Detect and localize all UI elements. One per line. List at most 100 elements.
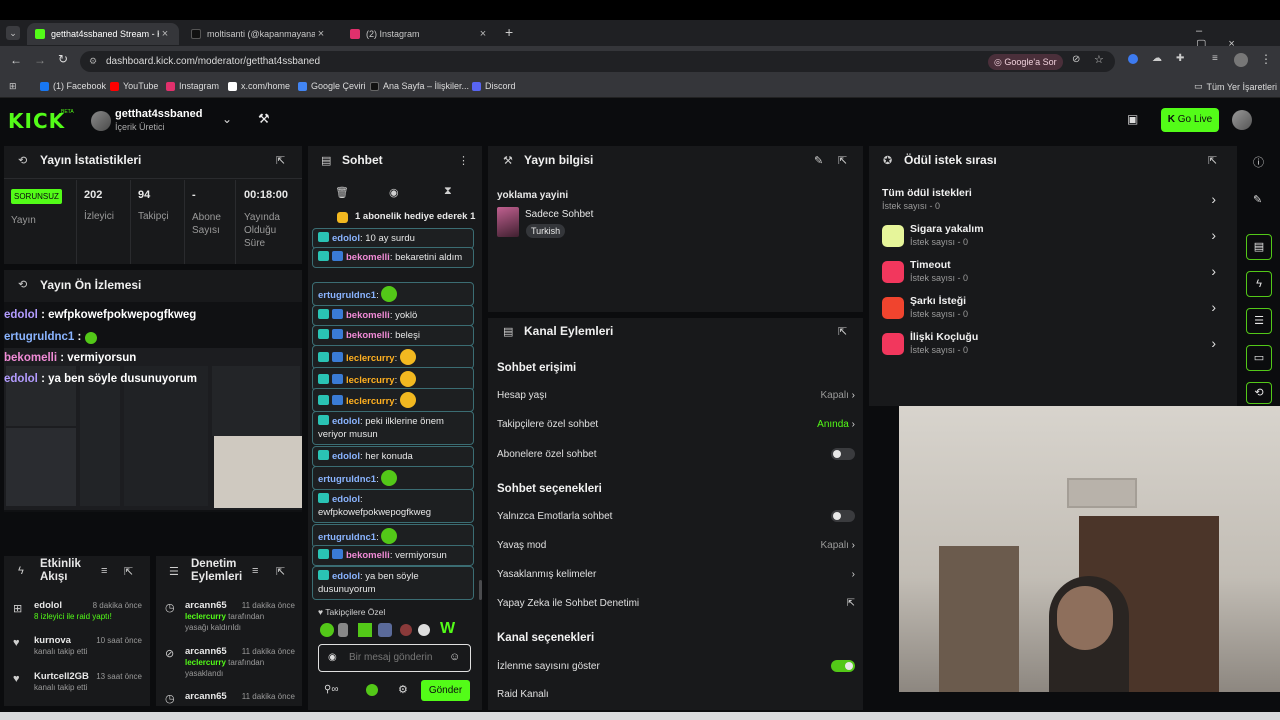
stream-info-widget-button[interactable]: ▤ xyxy=(1246,234,1272,260)
popout-icon[interactable]: ⇱ xyxy=(838,325,847,338)
setting-subs-chat[interactable]: Abonelere özel sohbet xyxy=(497,448,855,460)
setting-ai-moderation[interactable]: Yapay Zeka ile Sohbet Denetimi ⇱ xyxy=(497,598,855,609)
w-emote-icon[interactable]: W xyxy=(440,620,455,638)
menu-icon[interactable]: ⋮ xyxy=(1260,52,1272,66)
reward-item[interactable]: Sigara yakalım İstek sayısı - 0 › xyxy=(882,223,1222,253)
close-icon[interactable]: × xyxy=(315,28,327,40)
reading-list-icon[interactable]: ≡ xyxy=(1212,53,1218,64)
edit-icon[interactable]: ✎ xyxy=(1253,193,1262,206)
chat-message[interactable]: edolol: peki ilklerine önem veriyor musu… xyxy=(312,411,474,445)
emote-icon[interactable] xyxy=(358,623,372,637)
more-options-icon[interactable]: ⋮ xyxy=(458,154,469,167)
chat-message[interactable]: edolol: ewfpkowefpokwepogfkweg xyxy=(312,489,474,523)
send-button[interactable]: Gönder xyxy=(421,680,470,701)
chat-user[interactable]: edolol xyxy=(332,233,360,244)
apps-grid-icon[interactable]: ⊞ xyxy=(9,81,17,92)
reward-item[interactable]: Şarkı İsteği İstek sayısı - 0 › xyxy=(882,295,1222,325)
subs-chat-toggle[interactable] xyxy=(831,448,855,460)
chat-user[interactable]: bekomelli xyxy=(346,252,390,263)
setting-raid-channel[interactable]: Raid Kanalı xyxy=(497,689,855,700)
emote-only-toggle[interactable] xyxy=(831,510,855,522)
channel-avatar[interactable] xyxy=(91,111,111,131)
tab-search-icon[interactable]: ⌄ xyxy=(6,26,20,40)
stats-widget-button[interactable]: ⟲ xyxy=(1246,382,1272,404)
show-viewcount-toggle[interactable] xyxy=(831,660,855,672)
filter-icon[interactable]: ≡ xyxy=(252,565,258,577)
bookmark-ana-sayfa[interactable]: Ana Sayfa – İlişkiler... xyxy=(370,81,469,91)
chat-user[interactable]: ertugruldnc1 xyxy=(318,474,376,485)
kick-logo[interactable]: KICK xyxy=(8,109,65,133)
emote-icon[interactable] xyxy=(378,623,392,637)
chat-input[interactable]: ◉ Bir mesaj gönderin ☺ xyxy=(318,644,471,672)
back-icon[interactable]: ← xyxy=(10,53,22,67)
extension-icon[interactable] xyxy=(1128,54,1138,64)
chevron-down-icon[interactable]: ⌄ xyxy=(222,112,232,126)
chat-scrollbar[interactable] xyxy=(479,580,482,600)
chat-user[interactable]: leclercurry xyxy=(346,375,395,386)
chat-message[interactable]: bekomelli: bekaretini aldım xyxy=(312,247,474,268)
popout-icon[interactable]: ⇱ xyxy=(276,154,285,167)
all-bookmarks[interactable]: ▭ Tüm Yer İşaretleri xyxy=(1194,81,1277,92)
setting-account-age[interactable]: Hesap yaşı Kapalı › xyxy=(497,390,855,401)
popout-icon[interactable]: ⇱ xyxy=(276,565,285,578)
popout-icon[interactable]: ⇱ xyxy=(1208,154,1217,167)
new-tab-icon[interactable]: + xyxy=(505,24,513,40)
chat-message[interactable]: bekomelli: yoklö xyxy=(312,305,474,326)
ask-google-button[interactable]: ◎ Google'a Sor xyxy=(988,54,1063,70)
bookmark-instagram[interactable]: Instagram xyxy=(166,81,219,91)
chat-message[interactable]: leclercurry: xyxy=(312,345,474,369)
bookmark-discord[interactable]: Discord xyxy=(472,81,516,91)
theater-mode-icon[interactable]: ▣ xyxy=(1127,112,1138,126)
reward-item[interactable]: Timeout İstek sayısı - 0 › xyxy=(882,259,1222,289)
url-input[interactable]: ⚙ dashboard.kick.com/moderator/getthat4s… xyxy=(80,51,1115,72)
chat-user[interactable]: ertugruldnc1 xyxy=(318,532,376,543)
close-icon[interactable]: × xyxy=(477,28,489,40)
chat-user[interactable]: edolol xyxy=(332,571,360,582)
tab-kick[interactable]: getthat4ssbaned Stream - Kick × xyxy=(27,23,179,45)
info-icon[interactable]: ⓘ xyxy=(1253,154,1264,170)
chat-user[interactable]: bekomelli xyxy=(346,330,390,341)
tab-tiktok[interactable]: moltisanti (@kapanmayanaray × xyxy=(183,23,335,45)
edit-icon[interactable]: ✎ xyxy=(814,154,823,167)
chat-message[interactable]: bekomelli: vermiyorsun xyxy=(312,545,474,566)
setting-emote-only[interactable]: Yalnızca Emotlarla sohbet xyxy=(497,510,855,522)
chat-user[interactable]: ertugruldnc1 xyxy=(318,290,376,301)
stream-category[interactable]: Sadece Sohbet xyxy=(525,209,593,220)
chat-user[interactable]: leclercurry xyxy=(346,353,395,364)
bookmark-facebook[interactable]: (1) Facebook xyxy=(40,81,106,91)
eye-off-icon[interactable]: ⊘ xyxy=(1072,54,1080,65)
tab-instagram[interactable]: (2) Instagram × xyxy=(342,23,497,45)
chat-message[interactable]: edolol: ya ben söyle dusunuyorum xyxy=(312,566,474,600)
emote-icon[interactable] xyxy=(320,623,334,637)
bookmark-youtube[interactable]: YouTube xyxy=(110,81,158,91)
setting-slow-mode[interactable]: Yavaş mod Kapalı › xyxy=(497,540,855,551)
setting-banned-words[interactable]: Yasaklanmış kelimeler › xyxy=(497,569,855,580)
popout-icon[interactable]: ⇱ xyxy=(838,154,847,167)
chat-bubble-icon[interactable]: ◉ xyxy=(389,186,399,199)
chat-message[interactable]: edolol: her konuda xyxy=(312,446,474,467)
bookmark-google-translate[interactable]: Google Çeviri xyxy=(298,81,366,91)
trash-icon[interactable]: 🗑 xyxy=(335,186,349,199)
chat-user[interactable]: leclercurry xyxy=(346,396,395,407)
chat-user[interactable]: bekomelli xyxy=(346,310,390,321)
profile-avatar[interactable] xyxy=(1234,53,1248,67)
activity-widget-button[interactable]: ϟ xyxy=(1246,271,1272,297)
chat-message[interactable]: bekomelli: beleşi xyxy=(312,325,474,346)
chat-widget-button[interactable]: ▭ xyxy=(1246,345,1272,371)
forward-icon[interactable]: → xyxy=(34,53,46,67)
chat-user[interactable]: edolol xyxy=(332,451,360,462)
setting-show-viewcount[interactable]: İzlenme sayısını göster xyxy=(497,660,855,672)
popout-icon[interactable]: ⇱ xyxy=(124,565,133,578)
chat-message[interactable]: ertugruldnc1: xyxy=(312,466,474,490)
chat-user[interactable]: bekomelli xyxy=(346,550,390,561)
points-icon[interactable]: ⚲∞ xyxy=(324,684,338,695)
hourglass-icon[interactable]: ⧗ xyxy=(444,185,452,198)
go-live-button[interactable]: K Go Live xyxy=(1161,108,1219,132)
chat-message[interactable]: ertugruldnc1: xyxy=(312,282,474,306)
emoji-icon[interactable]: ☺ xyxy=(449,651,460,663)
chat-message[interactable]: edolol: 10 ay surdu xyxy=(312,228,474,249)
close-icon[interactable]: × xyxy=(159,28,171,40)
emote-icon[interactable] xyxy=(338,623,348,637)
chat-user[interactable]: edolol xyxy=(332,416,360,427)
site-info-icon[interactable]: ⚙ xyxy=(89,51,97,72)
